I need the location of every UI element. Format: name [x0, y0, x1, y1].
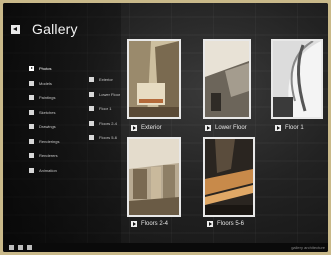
category-menu: Photos Models Paintings Sketches Drawing… [29, 66, 59, 182]
brand-label: gallery architecture [291, 245, 325, 250]
square-icon [29, 95, 34, 100]
floor-1-photo-art [273, 41, 321, 117]
square-icon [29, 80, 34, 86]
nav-item-floors-2-4[interactable]: Floors 2-4 [89, 120, 120, 126]
square-icon [29, 124, 34, 129]
thumbnail-caption: Lower Floor [205, 125, 247, 131]
back-arrow-icon[interactable] [11, 24, 20, 34]
nav-item-floors-5-6[interactable]: Floors 5-6 [89, 135, 120, 140]
nav-item-renderings[interactable]: Renderings [29, 138, 59, 144]
thumbnail-lower-floor[interactable]: Lower Floor [203, 39, 259, 139]
home-icon[interactable] [9, 245, 14, 250]
floor-1-photo [271, 39, 323, 119]
nav-item-photos[interactable]: Photos [29, 66, 59, 71]
nav-item-drawings[interactable]: Drawings [29, 124, 59, 129]
thumbnail-exterior[interactable]: Exterior [127, 39, 183, 139]
thumbnail-floors-2-4[interactable]: Floors 2-4 [127, 137, 183, 237]
floors-2-4-photo [127, 137, 181, 217]
play-icon [131, 221, 137, 227]
play-icon [131, 125, 137, 131]
floors-5-6-photo [203, 137, 255, 217]
exterior-photo-art [129, 41, 179, 117]
play-icon [207, 221, 213, 227]
nav-item-exterior[interactable]: Exterior [89, 77, 120, 82]
subcategory-menu: Exterior Lower Floor Floor 1 Floors 2-4 … [89, 77, 120, 150]
nav-item-animation[interactable]: Animation [29, 167, 59, 173]
thumbnail-caption: Floors 2-4 [131, 221, 168, 227]
thumbnail-caption: Floors 5-6 [207, 221, 244, 227]
play-icon [29, 66, 34, 71]
square-icon [29, 109, 34, 115]
nav-item-sketches[interactable]: Sketches [29, 109, 59, 115]
play-icon [275, 125, 281, 131]
lower-floor-photo-art [205, 41, 249, 117]
nav-item-renderers[interactable]: Renderers [29, 153, 59, 158]
square-icon [89, 91, 94, 97]
thumbnail-caption: Floor 1 [275, 125, 304, 131]
square-icon [29, 153, 34, 158]
thumbnail-caption: Exterior [131, 125, 162, 131]
thumbnail-floors-5-6[interactable]: Floors 5-6 [203, 137, 259, 237]
info-icon[interactable] [18, 245, 23, 250]
footer-bar: gallery architecture [3, 243, 328, 252]
floors-2-4-photo-art [129, 139, 179, 215]
nav-item-paintings[interactable]: Paintings [29, 95, 59, 100]
nav-item-floor-1[interactable]: Floor 1 [89, 106, 120, 111]
square-icon [89, 77, 94, 82]
exterior-photo [127, 39, 181, 119]
lower-floor-photo [203, 39, 251, 119]
square-icon [29, 138, 34, 144]
square-icon [89, 135, 94, 140]
header: Gallery [11, 21, 78, 37]
square-icon [89, 120, 94, 126]
nav-item-lower-floor[interactable]: Lower Floor [89, 91, 120, 97]
square-icon [29, 167, 34, 173]
nav-item-models[interactable]: Models [29, 80, 59, 86]
square-icon [89, 106, 94, 111]
play-icon [205, 125, 211, 131]
floors-5-6-photo-art [205, 139, 253, 215]
thumbnail-floor-1[interactable]: Floor 1 [271, 39, 327, 139]
settings-icon[interactable] [27, 245, 32, 250]
page-title: Gallery [32, 21, 78, 37]
gallery-window: Gallery Photos Models Paintings Sketches… [3, 3, 328, 252]
